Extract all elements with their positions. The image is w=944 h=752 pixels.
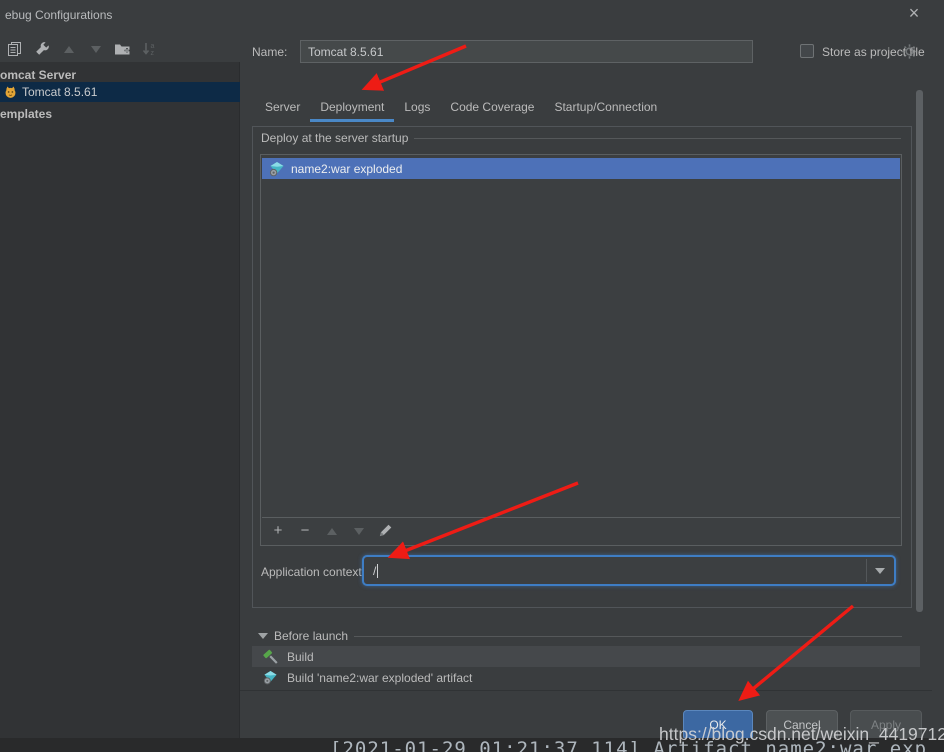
tab-code-coverage[interactable]: Code Coverage xyxy=(440,100,544,122)
before-launch-task-build[interactable]: Build xyxy=(252,646,920,667)
vertical-scrollbar-thumb[interactable] xyxy=(916,90,923,612)
collapse-triangle-icon[interactable] xyxy=(258,633,268,639)
edit-pencil-icon[interactable] xyxy=(378,523,394,539)
configurations-tree: omcat Server Tomcat 8.5.61 emplates xyxy=(0,62,240,738)
dialog-title: ebug Configurations xyxy=(5,8,112,22)
tab-startup-connection[interactable]: Startup/Connection xyxy=(544,100,667,122)
list-item-artifact[interactable]: name2:war exploded xyxy=(262,158,900,179)
tree-group-templates[interactable]: emplates xyxy=(0,104,240,124)
deploy-section-title: Deploy at the server startup xyxy=(261,131,408,145)
sort-alphabetically-icon[interactable]: a z xyxy=(141,41,158,58)
close-icon[interactable]: × xyxy=(901,2,927,26)
gear-icon[interactable] xyxy=(901,43,918,60)
move-up-icon[interactable] xyxy=(60,41,77,58)
before-launch-title: Before launch xyxy=(274,629,348,643)
footer-separator xyxy=(240,690,932,691)
application-context-label: Application context: xyxy=(261,565,365,579)
list-toolbar: + − xyxy=(262,517,900,544)
deploy-artifact-list: name2:war exploded + − xyxy=(260,154,902,546)
combo-dropdown-button[interactable] xyxy=(866,559,892,582)
application-context-combobox[interactable]: / xyxy=(362,555,896,586)
name-input[interactable] xyxy=(300,40,753,63)
configurations-toolbar: a z xyxy=(0,36,240,62)
text-caret xyxy=(377,564,378,578)
svg-text:z: z xyxy=(151,50,155,57)
add-icon[interactable]: + xyxy=(270,523,286,539)
edit-templates-wrench-icon[interactable] xyxy=(33,41,50,58)
move-down-icon[interactable] xyxy=(87,41,104,58)
artifact-icon xyxy=(262,669,279,686)
remove-icon[interactable]: − xyxy=(297,523,313,539)
new-folder-icon[interactable] xyxy=(114,41,131,58)
move-down-icon[interactable] xyxy=(351,523,367,539)
section-rule xyxy=(414,138,901,139)
tab-deployment[interactable]: Deployment xyxy=(310,100,394,122)
store-as-project-file-checkbox[interactable] xyxy=(800,44,814,58)
task-label: Build 'name2:war exploded' artifact xyxy=(287,671,472,685)
tree-item-tomcat-8-5-61[interactable]: Tomcat 8.5.61 xyxy=(0,82,240,102)
debug-configurations-dialog: ebug Configurations × xyxy=(0,0,944,752)
section-rule xyxy=(354,636,902,637)
tab-server[interactable]: Server xyxy=(255,100,310,122)
chevron-down-icon xyxy=(875,568,885,574)
deploy-section-header: Deploy at the server startup xyxy=(261,131,901,145)
build-hammer-icon xyxy=(262,648,279,665)
application-context-value: / xyxy=(364,564,376,578)
artifact-icon xyxy=(268,160,285,177)
before-launch-task-artifact[interactable]: Build 'name2:war exploded' artifact xyxy=(252,667,920,688)
watermark-text: https://blog.csdn.net/weixin_44197120 xyxy=(659,724,944,745)
list-item-label: name2:war exploded xyxy=(291,162,402,176)
move-up-icon[interactable] xyxy=(324,523,340,539)
before-launch-header: Before launch xyxy=(258,629,902,643)
configuration-tabs: Server Deployment Logs Code Coverage Sta… xyxy=(255,100,667,122)
task-label: Build xyxy=(287,650,314,664)
tab-logs[interactable]: Logs xyxy=(394,100,440,122)
tomcat-icon xyxy=(2,84,19,101)
name-label: Name: xyxy=(252,45,287,59)
copy-configuration-icon[interactable] xyxy=(6,41,23,58)
svg-text:a: a xyxy=(151,43,155,50)
